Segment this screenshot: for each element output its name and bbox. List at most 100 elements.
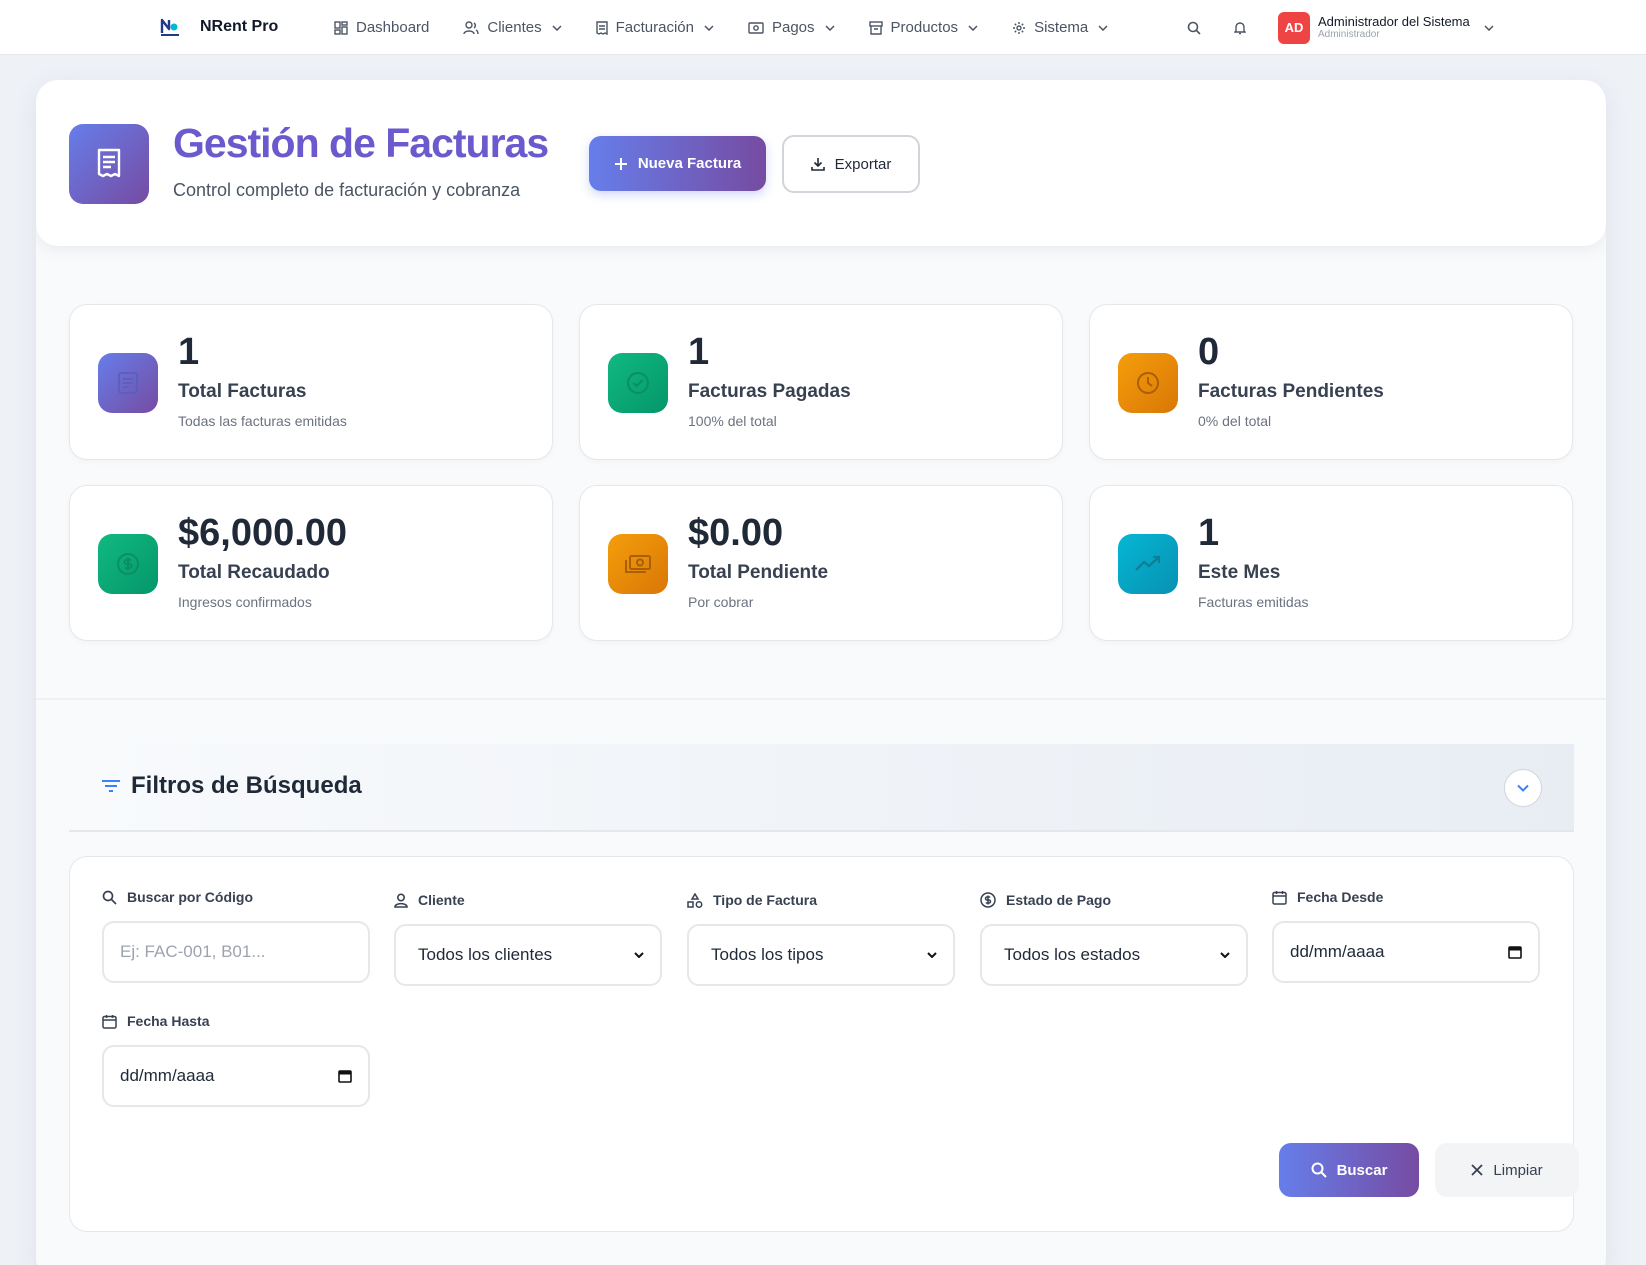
filters-panel: Filtros de Búsqueda Buscar por Código Ej…: [36, 728, 1606, 1265]
shapes-icon: [687, 892, 703, 908]
nav-label: Facturación: [615, 19, 694, 36]
receipt-icon: [595, 20, 608, 35]
nav-label: Dashboard: [356, 19, 430, 36]
stat-value: 0: [1198, 331, 1220, 373]
clock-icon: [1118, 353, 1178, 413]
grid-icon: [334, 20, 348, 35]
chevron-down-icon: [1098, 24, 1108, 31]
stat-label: Facturas Pendientes: [1198, 381, 1384, 402]
type-filter: Tipo de Factura Todos los tipos: [687, 892, 955, 986]
nav-actions: AD Administrador del Sistema Administrad…: [1182, 0, 1494, 55]
export-button[interactable]: Exportar: [782, 135, 920, 193]
nav-clientes[interactable]: Clientes: [463, 19, 562, 36]
section-divider: [36, 698, 1606, 700]
status-select[interactable]: Todos los estados: [980, 924, 1248, 986]
stat-card-facturas-pagadas: 1 Facturas Pagadas 100% del total: [579, 304, 1063, 460]
code-search-input[interactable]: Ej: FAC-001, B01...: [102, 921, 370, 983]
type-filter-label-row: Tipo de Factura: [687, 892, 955, 908]
check-circle-icon: [608, 353, 668, 413]
cash-icon: [608, 534, 668, 594]
stat-desc: Facturas emitidas: [1198, 594, 1309, 610]
clear-button[interactable]: Limpiar: [1435, 1143, 1579, 1197]
date-from-filter: Fecha Desde dd/mm/aaaa: [1272, 889, 1540, 983]
chevron-down-icon: [704, 24, 714, 31]
search-button-label: Buscar: [1336, 1161, 1388, 1179]
date-to-filter: Fecha Hasta dd/mm/aaaa: [102, 1013, 370, 1107]
date-to-input[interactable]: dd/mm/aaaa: [102, 1045, 370, 1107]
nav-sistema[interactable]: Sistema: [1012, 19, 1108, 36]
nav-label: Pagos: [771, 19, 815, 36]
nav-label: Productos: [890, 19, 959, 36]
brand[interactable]: NRent Pro: [158, 14, 278, 40]
stat-card-facturas-pendientes: 0 Facturas Pendientes 0% del total: [1089, 304, 1573, 460]
stat-value: 1: [178, 331, 200, 373]
stat-desc: Todas las facturas emitidas: [178, 413, 347, 429]
avatar[interactable]: AD: [1278, 11, 1310, 44]
nav-pagos[interactable]: Pagos: [748, 19, 835, 36]
document-icon: [98, 353, 158, 413]
clear-button-label: Limpiar: [1493, 1161, 1543, 1179]
calendar-icon: [338, 1070, 352, 1083]
user-menu[interactable]: Administrador del Sistema Administrador: [1318, 15, 1470, 40]
chevron-down-icon: [927, 952, 937, 958]
type-select[interactable]: Todos los tipos: [687, 924, 955, 986]
brand-logo-icon: [158, 14, 184, 40]
gear-icon: [1013, 21, 1026, 34]
client-select-value: Todos los clientes: [418, 945, 553, 964]
search-icon[interactable]: [1182, 16, 1206, 40]
status-filter-label: Estado de Pago: [1006, 892, 1112, 908]
code-filter: Buscar por Código Ej: FAC-001, B01...: [102, 889, 370, 983]
client-filter-label-row: Cliente: [394, 892, 662, 908]
calendar-icon: [1508, 946, 1522, 959]
stat-value: $0.00: [688, 512, 784, 554]
search-button[interactable]: Buscar: [1279, 1143, 1419, 1197]
calendar-icon: [102, 1014, 117, 1029]
user-name: Administrador del Sistema: [1318, 14, 1470, 29]
nav-label: Clientes: [487, 19, 542, 36]
page-header: Gestión de Facturas Control completo de …: [36, 80, 1606, 246]
date-to-label-row: Fecha Hasta: [102, 1013, 370, 1029]
collapse-filters-button[interactable]: [1504, 769, 1542, 807]
brand-name: NRent Pro: [200, 18, 279, 35]
stat-label: Total Facturas: [178, 381, 307, 402]
dollar-circle-icon: [98, 534, 158, 594]
stat-desc: Por cobrar: [688, 594, 754, 610]
client-select[interactable]: Todos los clientes: [394, 924, 662, 986]
user-icon: [394, 892, 408, 908]
search-icon: [102, 890, 117, 905]
user-role: Administrador: [1318, 29, 1380, 40]
new-invoice-button[interactable]: Nueva Factura: [589, 136, 766, 191]
users-icon: [463, 20, 480, 34]
stat-value: 1: [1198, 512, 1220, 554]
chevron-down-icon[interactable]: [1484, 24, 1494, 31]
stat-label: Total Recaudado: [178, 562, 330, 583]
stat-label: Facturas Pagadas: [688, 381, 851, 402]
stat-label: Total Pendiente: [688, 562, 829, 583]
date-from-input[interactable]: dd/mm/aaaa: [1272, 921, 1540, 983]
main-nav: Dashboard Clientes Facturación Pagos Pro…: [334, 0, 1142, 55]
stat-label: Este Mes: [1198, 562, 1281, 583]
stat-desc: Ingresos confirmados: [178, 594, 312, 610]
type-select-value: Todos los tipos: [711, 945, 824, 964]
nav-facturacion[interactable]: Facturación: [595, 19, 714, 36]
nav-dashboard[interactable]: Dashboard: [334, 19, 429, 36]
calendar-icon: [1272, 890, 1287, 905]
filters-title: Filtros de Búsqueda: [131, 772, 362, 799]
filters-header: Filtros de Búsqueda: [69, 744, 1574, 832]
code-filter-label-row: Buscar por Código: [102, 889, 370, 905]
client-filter-label: Cliente: [418, 892, 465, 908]
date-from-label: Fecha Desde: [1297, 889, 1384, 905]
chevron-down-icon: [968, 24, 978, 31]
chevron-down-icon: [824, 24, 835, 31]
export-label: Exportar: [834, 155, 892, 173]
stat-desc: 100% del total: [688, 413, 777, 429]
dollar-circle-icon: [980, 892, 996, 908]
stat-value: $6,000.00: [178, 512, 348, 554]
chevron-down-icon: [552, 24, 562, 31]
status-select-value: Todos los estados: [1004, 945, 1141, 964]
bell-icon[interactable]: [1228, 16, 1252, 40]
trending-up-icon: [1118, 534, 1178, 594]
nav-productos[interactable]: Productos: [868, 19, 979, 36]
top-navbar: NRent Pro Dashboard Clientes Facturación…: [0, 0, 1646, 55]
stat-card-total-facturas: 1 Total Facturas Todas las facturas emit…: [69, 304, 553, 460]
